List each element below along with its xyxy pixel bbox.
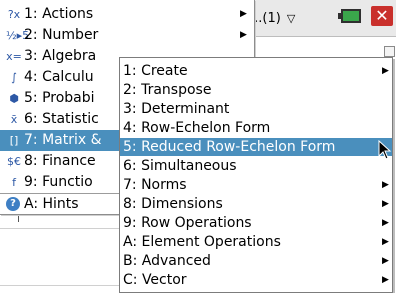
help-icon: ? — [6, 197, 20, 211]
chevron-right-icon: ▶ — [382, 199, 389, 209]
chevron-right-icon: ▶ — [382, 66, 389, 76]
chevron-right-icon: ▶ — [240, 30, 247, 40]
submenu-item-label: 7: Norms — [123, 177, 187, 193]
chevron-right-icon: ▶ — [382, 218, 389, 228]
submenu-item-reduced-row-echelon[interactable]: 5: Reduced Row-Echelon Form — [120, 138, 392, 156]
menu-item-label: 8: Finance — [24, 153, 96, 169]
submenu-item-row-operations[interactable]: 9: Row Operations ▶ — [120, 214, 392, 232]
statistics-icon: x̄ — [10, 113, 18, 126]
matrix-icon: [] — [9, 134, 19, 147]
menu-item-label: 1: Actions — [24, 6, 94, 22]
number-icon: ½▸5 — [6, 29, 30, 42]
submenu-item-label: B: Advanced — [123, 253, 211, 269]
menu-item-label: 4: Calculu — [24, 69, 94, 85]
battery-icon — [338, 9, 361, 23]
submenu-item-label: 1: Create — [123, 63, 188, 79]
menu-item-label: 9: Functio — [24, 174, 93, 190]
submenu-item-label: 5: Reduced Row-Echelon Form — [123, 139, 336, 155]
menu-item-label: 7: Matrix & — [24, 132, 102, 148]
calculus-icon: ∫ — [11, 71, 17, 84]
actions-icon: ?x — [7, 8, 21, 21]
finance-icon: $€ — [7, 155, 21, 168]
submenu-item-transpose[interactable]: 2: Transpose — [120, 81, 392, 99]
algebra-icon: x= — [6, 50, 22, 63]
menu-item-actions[interactable]: ?x 1: Actions ▶ — [0, 4, 254, 25]
submenu-item-label: A: Element Operations — [123, 234, 281, 250]
matrix-submenu: 1: Create ▶ 2: Transpose 3: Determinant … — [119, 57, 393, 293]
submenu-item-create[interactable]: 1: Create ▶ — [120, 62, 392, 80]
menu-item-label: 3: Algebra — [24, 48, 97, 64]
submenu-item-advanced[interactable]: B: Advanced ▶ — [120, 252, 392, 270]
submenu-item-label: 9: Row Operations — [123, 215, 252, 231]
menu-item-number[interactable]: ½▸5 2: Number ▶ — [0, 25, 254, 46]
submenu-item-determinant[interactable]: 3: Determinant — [120, 100, 392, 118]
chevron-right-icon: ▶ — [240, 9, 247, 19]
close-icon[interactable]: ✕ — [371, 6, 393, 26]
submenu-item-label: 2: Transpose — [123, 82, 212, 98]
scroll-up-icon[interactable] — [384, 46, 395, 57]
menu-item-label: A: Hints — [24, 196, 79, 212]
submenu-item-label: C: Vector — [123, 272, 187, 288]
submenu-item-simultaneous[interactable]: 6: Simultaneous — [120, 157, 392, 175]
functions-icon: f — [12, 176, 16, 189]
document-toolbar: e...(1) ▽ ✕ — [236, 0, 396, 37]
submenu-item-label: 6: Simultaneous — [123, 158, 237, 174]
chevron-right-icon: ▶ — [382, 237, 389, 247]
chevron-right-icon: ▶ — [382, 256, 389, 266]
mouse-pointer-icon — [378, 140, 392, 160]
menu-item-label: 5: Probabi — [24, 90, 95, 106]
chevron-down-icon[interactable]: ▽ — [287, 12, 295, 25]
menu-item-label: 2: Number — [24, 27, 99, 43]
submenu-item-label: 8: Dimensions — [123, 196, 223, 212]
chevron-right-icon: ▶ — [382, 275, 389, 285]
probability-icon: ⬢ — [9, 92, 19, 105]
submenu-item-norms[interactable]: 7: Norms ▶ — [120, 176, 392, 194]
submenu-item-label: 3: Determinant — [123, 101, 230, 117]
chevron-right-icon: ▶ — [382, 180, 389, 190]
menu-item-label: 6: Statistic — [24, 111, 99, 127]
submenu-item-vector[interactable]: C: Vector ▶ — [120, 271, 392, 289]
submenu-item-dimensions[interactable]: 8: Dimensions ▶ — [120, 195, 392, 213]
submenu-item-row-echelon[interactable]: 4: Row-Echelon Form — [120, 119, 392, 137]
submenu-item-element-operations[interactable]: A: Element Operations ▶ — [120, 233, 392, 251]
submenu-item-label: 4: Row-Echelon Form — [123, 120, 271, 136]
